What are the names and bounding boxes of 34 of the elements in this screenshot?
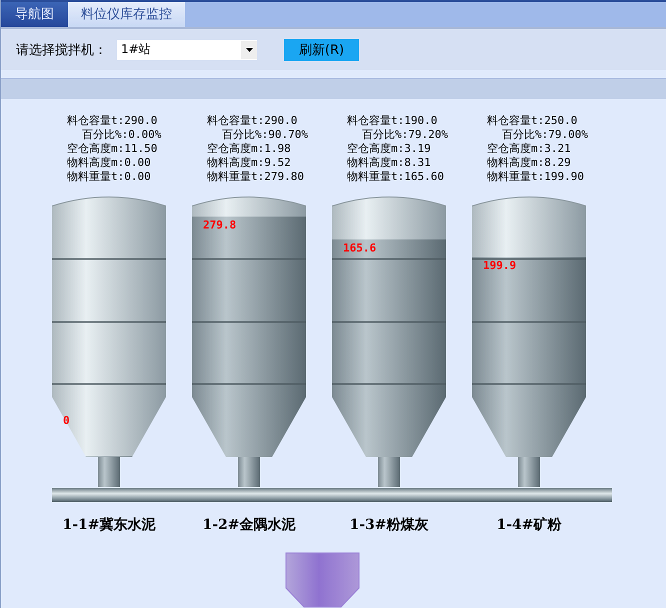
material-height-text: 物料高度m:9.52 bbox=[207, 156, 291, 170]
mixer-select[interactable]: 1#站 bbox=[117, 40, 257, 60]
tab[interactable]: 料位仪库存监控 bbox=[68, 2, 185, 27]
weight-text: 物料重量t:199.90 bbox=[487, 170, 584, 184]
fill-value: 279.8 bbox=[203, 218, 236, 232]
capacity-text: 料仓容量t:250.0 bbox=[487, 114, 578, 128]
mixer-label: 请选择搅拌机： bbox=[16, 42, 107, 59]
weight-text: 物料重量t:165.60 bbox=[347, 170, 444, 184]
material-height-text: 物料高度m:0.00 bbox=[67, 156, 151, 170]
caret-icon bbox=[246, 48, 252, 52]
fill-value: 0 bbox=[63, 414, 70, 428]
silo-name: 1-4#矿粉 bbox=[495, 516, 563, 534]
silo-name: 1-2#金隅水泥 bbox=[201, 516, 297, 534]
percent-text: 百分比%:0.00% bbox=[82, 128, 162, 142]
empty-height-text: 空仓高度m:3.21 bbox=[487, 142, 571, 156]
refresh-button[interactable]: 刷新(R) bbox=[284, 38, 359, 61]
material-height-text: 物料高度m:8.31 bbox=[347, 156, 431, 170]
fill-value: 199.9 bbox=[483, 259, 516, 272]
tab[interactable]: 导航图 bbox=[1, 2, 68, 27]
capacity-text: 料仓容量t:290.0 bbox=[67, 114, 158, 128]
empty-height-text: 空仓高度m:3.19 bbox=[347, 142, 431, 156]
capacity-text: 料仓容量t:190.0 bbox=[347, 114, 438, 128]
silo-name: 1-3#粉煤灰 bbox=[348, 516, 430, 534]
weight-text: 物料重量t:279.80 bbox=[207, 170, 304, 184]
empty-height-text: 空仓高度m:11.50 bbox=[67, 142, 158, 156]
silo-name: 1-1#冀东水泥 bbox=[61, 516, 157, 534]
weight-text: 物料重量t:0.00 bbox=[67, 170, 151, 184]
percent-text: 百分比%:79.00% bbox=[502, 128, 588, 142]
capacity-text: 料仓容量t:290.0 bbox=[207, 114, 298, 128]
empty-height-text: 空仓高度m:1.98 bbox=[207, 142, 291, 156]
percent-text: 百分比%:90.70% bbox=[222, 128, 308, 142]
material-height-text: 物料高度m:8.29 bbox=[487, 156, 571, 170]
fill-value: 165.6 bbox=[343, 242, 376, 255]
percent-text: 百分比%:79.20% bbox=[362, 128, 448, 142]
